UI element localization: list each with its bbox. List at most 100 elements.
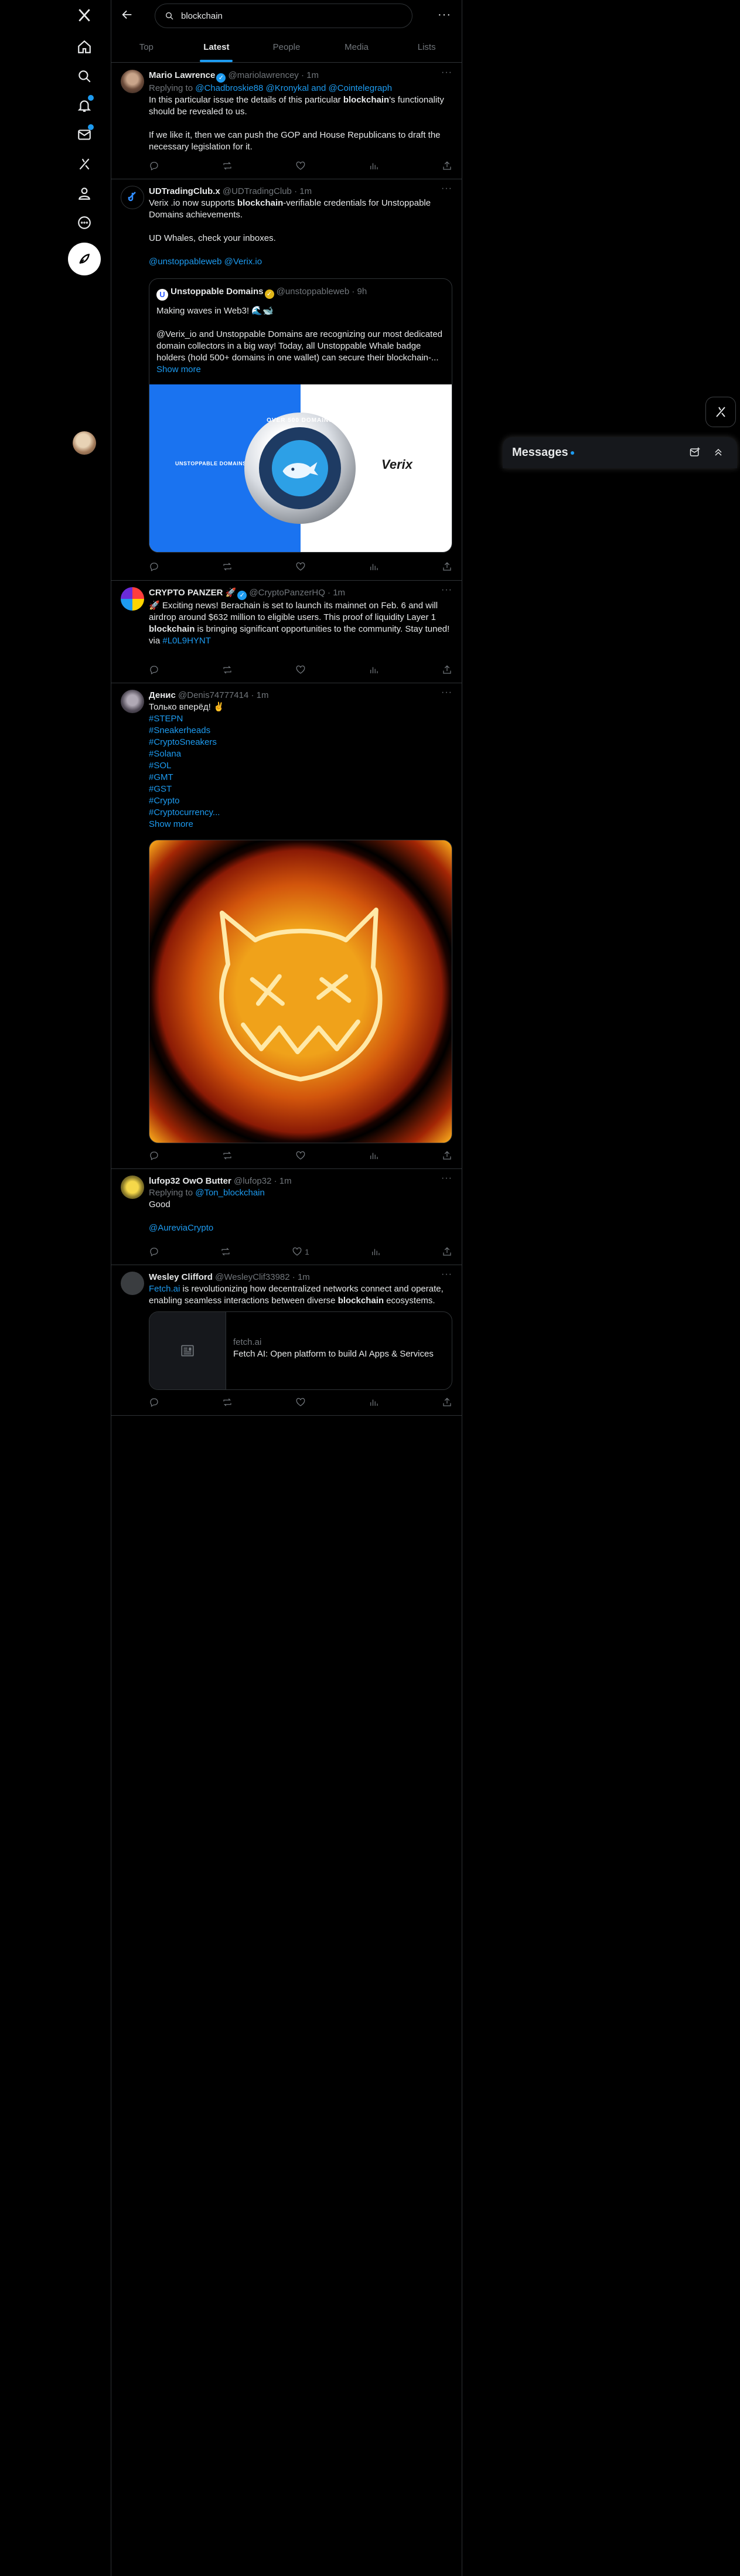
repost-icon[interactable] bbox=[222, 1396, 233, 1408]
views-icon[interactable] bbox=[369, 561, 379, 573]
tab-media[interactable]: Media bbox=[322, 32, 392, 62]
hashtag-link[interactable]: #GST bbox=[149, 783, 452, 795]
like-icon[interactable] bbox=[295, 561, 306, 573]
views-icon[interactable] bbox=[369, 160, 379, 172]
more-circle-icon[interactable] bbox=[68, 209, 101, 237]
avatar[interactable] bbox=[121, 690, 144, 713]
search-icon[interactable] bbox=[68, 62, 101, 90]
avatar[interactable] bbox=[121, 70, 144, 93]
quoted-author-name[interactable]: Unstoppable Domains bbox=[170, 287, 263, 297]
tweet[interactable]: ··· CRYPTO PANZER 🚀 ✓ @CryptoPanzerHQ · 1… bbox=[111, 580, 462, 683]
hashtag-link[interactable]: #CryptoSneakers bbox=[149, 737, 452, 748]
grok-floating-button[interactable] bbox=[705, 397, 736, 427]
tweet[interactable]: ··· Wesley Clifford @WesleyClif33982 · 1… bbox=[111, 1265, 462, 1416]
repost-icon[interactable] bbox=[222, 664, 233, 676]
views-icon[interactable] bbox=[369, 664, 379, 676]
quoted-image[interactable]: UNSTOPPABLE DOMAINS OVER 500 DOMAINS Ver… bbox=[149, 384, 452, 552]
new-message-icon[interactable] bbox=[689, 447, 701, 461]
author-handle[interactable]: @CryptoPanzerHQ bbox=[249, 588, 325, 598]
hashtag-link[interactable]: #GMT bbox=[149, 772, 452, 783]
quoted-author-handle[interactable]: @unstoppableweb bbox=[277, 287, 349, 297]
compose-post-button[interactable] bbox=[68, 243, 101, 275]
more-options-icon[interactable]: ··· bbox=[438, 8, 451, 22]
hashtag-link[interactable]: #Cryptocurrency... bbox=[149, 807, 452, 819]
repost-icon[interactable] bbox=[222, 160, 233, 172]
like-icon[interactable] bbox=[295, 664, 306, 676]
reply-icon[interactable] bbox=[149, 1246, 159, 1258]
avatar[interactable] bbox=[121, 587, 144, 611]
avatar[interactable] bbox=[121, 186, 144, 209]
tab-top[interactable]: Top bbox=[111, 32, 182, 62]
hashtag-link[interactable]: #SOL bbox=[149, 760, 452, 772]
share-icon[interactable] bbox=[442, 561, 452, 573]
replying-to-links[interactable]: @Ton_blockchain bbox=[195, 1188, 265, 1198]
author-handle[interactable]: @mariolawrencey bbox=[229, 70, 299, 80]
tab-lists[interactable]: Lists bbox=[391, 32, 462, 62]
author-name[interactable]: Wesley Clifford bbox=[149, 1272, 213, 1282]
reply-icon[interactable] bbox=[149, 561, 159, 573]
mention-links[interactable]: @unstoppableweb @Verix.io bbox=[149, 257, 262, 267]
like-icon[interactable] bbox=[295, 1150, 306, 1161]
x-logo-icon[interactable] bbox=[68, 1, 101, 29]
tweet[interactable]: ··· lufop32 OwO Butter @lufop32 · 1m Rep… bbox=[111, 1168, 462, 1265]
search-box[interactable] bbox=[155, 4, 412, 28]
show-more-link[interactable]: Show more bbox=[149, 819, 193, 829]
author-handle[interactable]: @Denis74777414 bbox=[178, 690, 248, 700]
tab-people[interactable]: People bbox=[251, 32, 322, 62]
tweet[interactable]: ··· Денис @Denis74777414 · 1m Только впе… bbox=[111, 683, 462, 1169]
hashtag-link[interactable]: #Sneakerheads bbox=[149, 725, 452, 737]
hashtag-link[interactable]: #Crypto bbox=[149, 795, 452, 807]
post-time[interactable]: · 1m bbox=[251, 690, 269, 700]
quoted-avatar[interactable]: U bbox=[156, 289, 168, 301]
hashtag-link[interactable]: #Solana bbox=[149, 748, 452, 760]
repost-icon[interactable] bbox=[222, 1150, 233, 1161]
back-arrow-icon[interactable] bbox=[121, 8, 136, 23]
link[interactable]: Fetch.ai bbox=[149, 1284, 180, 1294]
hashtag-link[interactable]: #L0L9HYNT bbox=[162, 636, 211, 646]
like-icon[interactable] bbox=[295, 1396, 306, 1408]
replying-to-links[interactable]: @Chadbroskie88 @Kronykal and @Cointelegr… bbox=[195, 83, 392, 93]
like-icon[interactable] bbox=[295, 160, 306, 172]
show-more-link[interactable]: Show more bbox=[156, 364, 201, 374]
tweet[interactable]: ··· UDTradingClub.x @UDTradingClub · 1m … bbox=[111, 179, 462, 581]
tweet-image[interactable] bbox=[149, 840, 452, 1143]
post-time[interactable]: · 1m bbox=[328, 588, 345, 598]
search-input[interactable] bbox=[180, 10, 405, 22]
account-avatar[interactable] bbox=[73, 431, 96, 455]
tweet[interactable]: ··· Mario Lawrence ✓ @mariolawrencey · 1m… bbox=[111, 63, 462, 179]
reply-icon[interactable] bbox=[149, 664, 159, 676]
quoted-tweet[interactable]: U Unstoppable Domains ✓ @unstoppableweb ·… bbox=[149, 278, 452, 553]
repost-icon[interactable] bbox=[222, 561, 233, 573]
messages-drawer[interactable]: Messages bbox=[503, 437, 737, 468]
tab-latest[interactable]: Latest bbox=[182, 32, 252, 62]
views-icon[interactable] bbox=[370, 1246, 381, 1258]
author-name[interactable]: Mario Lawrence bbox=[149, 70, 215, 80]
notifications-bell-icon[interactable] bbox=[68, 91, 101, 120]
reply-icon[interactable] bbox=[149, 1150, 159, 1161]
post-time[interactable]: · 1m bbox=[294, 186, 312, 196]
post-time[interactable]: · 1m bbox=[292, 1272, 310, 1282]
author-name[interactable]: lufop32 OwO Butter bbox=[149, 1176, 231, 1186]
home-icon[interactable] bbox=[68, 33, 101, 61]
expand-drawer-icon[interactable] bbox=[712, 447, 724, 461]
share-icon[interactable] bbox=[442, 664, 452, 676]
share-icon[interactable] bbox=[442, 1150, 452, 1161]
repost-icon[interactable] bbox=[220, 1246, 231, 1258]
author-name[interactable]: UDTradingClub.x bbox=[149, 186, 220, 196]
avatar[interactable] bbox=[121, 1175, 144, 1199]
reply-icon[interactable] bbox=[149, 160, 159, 172]
share-icon[interactable] bbox=[442, 160, 452, 172]
author-handle[interactable]: @UDTradingClub bbox=[223, 186, 292, 196]
hashtag-link[interactable]: #STEPN bbox=[149, 713, 452, 725]
profile-icon[interactable] bbox=[68, 179, 101, 207]
link-card[interactable]: fetch.ai Fetch AI: Open platform to buil… bbox=[149, 1311, 452, 1390]
avatar[interactable] bbox=[121, 1272, 144, 1295]
views-icon[interactable] bbox=[369, 1396, 379, 1408]
grok-icon[interactable] bbox=[68, 150, 101, 178]
share-icon[interactable] bbox=[442, 1246, 452, 1258]
like-button[interactable]: 1 bbox=[292, 1246, 309, 1258]
share-icon[interactable] bbox=[442, 1396, 452, 1408]
author-handle[interactable]: @WesleyClif33982 bbox=[215, 1272, 290, 1282]
mention-link[interactable]: @AureviaCrypto bbox=[149, 1223, 213, 1233]
author-handle[interactable]: @lufop32 bbox=[234, 1176, 271, 1186]
